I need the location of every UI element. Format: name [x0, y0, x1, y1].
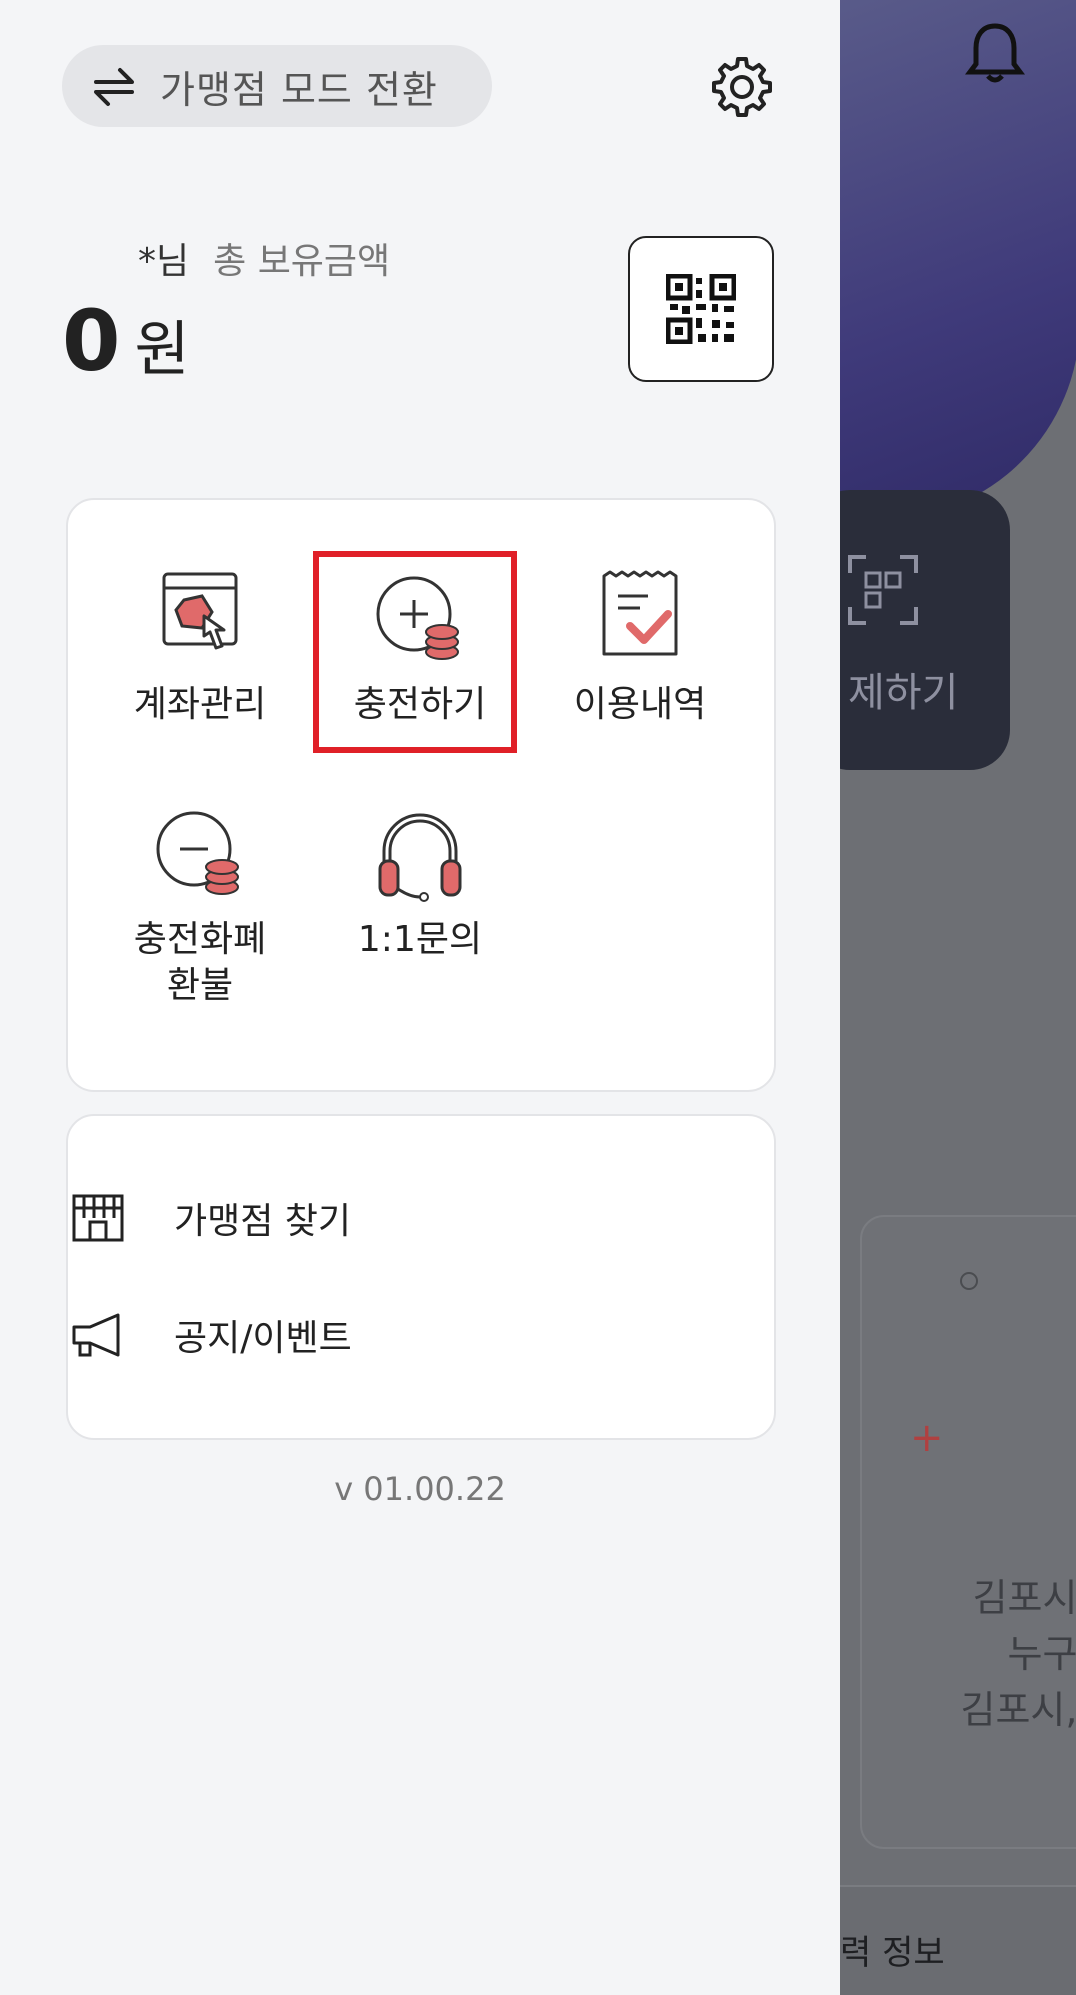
balance-amount: 0 [62, 292, 121, 390]
side-drawer: 가맹점 모드 전환 *님 총 보유금액 0원 계좌관리 충전하기 이용내역 충전… [0, 0, 840, 1995]
total-balance-label: 총 보유금액 [213, 241, 391, 282]
balance-unit: 원 [134, 315, 190, 385]
balance-display: 0원 [62, 292, 190, 390]
qr-scan-icon [848, 555, 918, 625]
background-dot [960, 1272, 978, 1290]
list-item-notice-event[interactable]: 공지/이벤트 [70, 1307, 352, 1363]
menu-label: 이용내역 [573, 684, 707, 725]
plus-icon: + [910, 1415, 944, 1461]
menu-label: 계좌관리 [133, 684, 267, 725]
list-label: 가맹점 찾기 [174, 1201, 352, 1242]
user-balance-caption: *님 총 보유금액 [138, 232, 390, 284]
megaphone-icon [72, 1313, 120, 1357]
menu-label: 1:1문의 [357, 919, 483, 960]
charge-highlight-box [313, 551, 517, 753]
list-label: 공지/이벤트 [174, 1318, 352, 1359]
background-card [860, 1215, 1076, 1849]
menu-item-account-manage[interactable]: 계좌관리 [100, 570, 300, 728]
menu-item-refund[interactable]: 충전화폐 환불 [100, 805, 300, 1009]
menu-item-usage-history[interactable]: 이용내역 [540, 570, 740, 728]
background-bottom-label: 력 정보 [840, 1933, 945, 1973]
qr-code-icon [666, 274, 736, 344]
merchant-mode-switch-button[interactable]: 가맹점 모드 전환 [62, 45, 492, 127]
account-manage-icon [162, 572, 238, 650]
headset-icon [378, 813, 462, 902]
links-card [66, 1114, 776, 1440]
mode-switch-label: 가맹점 모드 전환 [160, 67, 438, 112]
store-icon [72, 1194, 124, 1242]
swap-arrows-icon [94, 68, 134, 106]
gear-icon[interactable] [710, 55, 774, 119]
background-banner [840, 0, 1076, 520]
bell-icon [965, 23, 1025, 83]
background-app: 제하기 + 김포시민이 누구나 김포시, 김포 력 정보 [840, 0, 1076, 1995]
app-version: v 01.00.22 [334, 1470, 506, 1508]
background-card-text: 김포시민이 누구나 김포시, 김포 [960, 1576, 1076, 1732]
qr-code-button[interactable] [628, 236, 774, 382]
background-pay-button [840, 490, 1010, 770]
user-name: *님 [138, 241, 190, 282]
background-pay-label: 제하기 [848, 670, 959, 716]
list-item-find-store[interactable]: 가맹점 찾기 [70, 1190, 351, 1246]
menu-label: 충전화폐 환불 [133, 919, 267, 1006]
receipt-check-icon [602, 570, 678, 656]
menu-item-inquiry[interactable]: 1:1문의 [320, 805, 520, 963]
refund-coin-icon [156, 811, 239, 895]
